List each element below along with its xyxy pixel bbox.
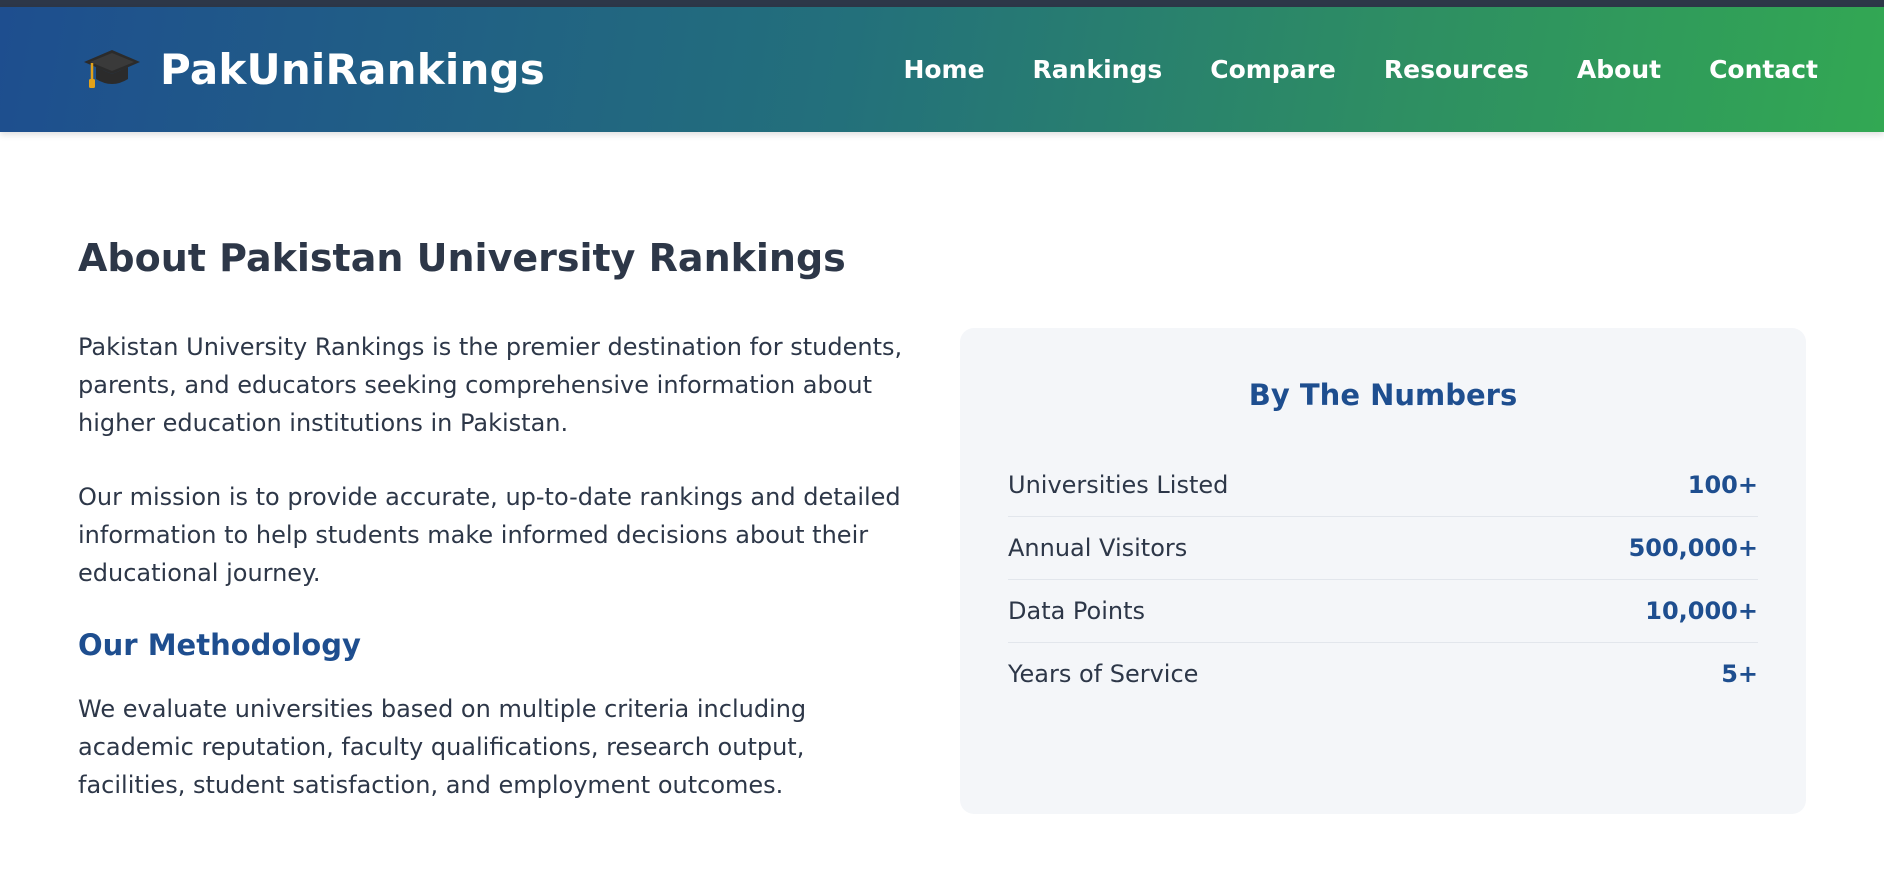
nav-resources[interactable]: Resources: [1384, 55, 1529, 84]
main-content: About Pakistan University Rankings Pakis…: [0, 132, 1884, 840]
graduation-cap-icon: [82, 46, 142, 94]
mission-paragraph: Our mission is to provide accurate, up-t…: [78, 482, 901, 587]
content-row: Pakistan University Rankings is the prem…: [78, 327, 1806, 840]
nav-home[interactable]: Home: [903, 55, 984, 84]
stat-value: 5+: [1721, 659, 1758, 688]
stat-label: Annual Visitors: [1008, 533, 1188, 562]
intro-paragraph: Pakistan University Rankings is the prem…: [78, 332, 903, 437]
stat-label: Data Points: [1008, 596, 1146, 625]
stats-card: By The Numbers Universities Listed 100+ …: [960, 327, 1806, 814]
stat-value: 10,000+: [1645, 596, 1758, 625]
brand-name: PakUniRankings: [160, 45, 546, 94]
stat-row-years: Years of Service 5+: [1008, 643, 1758, 705]
page-title: About Pakistan University Rankings: [78, 236, 846, 280]
nav-about[interactable]: About: [1577, 55, 1661, 84]
nav-rankings[interactable]: Rankings: [1033, 55, 1163, 84]
stat-value: 500,000+: [1628, 533, 1758, 562]
stats-title: By The Numbers: [1248, 377, 1518, 412]
methodology-paragraph: We evaluate universities based on multip…: [78, 694, 807, 799]
stat-row-visitors: Annual Visitors 500,000+: [1008, 517, 1758, 580]
methodology-title: Our Methodology: [78, 627, 361, 662]
site-header: PakUniRankings Home Rankings Compare Res…: [0, 7, 1884, 132]
nav-compare[interactable]: Compare: [1210, 55, 1336, 84]
stat-label: Universities Listed: [1008, 470, 1229, 499]
stat-value: 100+: [1687, 470, 1758, 499]
brand[interactable]: PakUniRankings: [82, 45, 545, 94]
top-strip: [0, 0, 1884, 7]
main-nav: Home Rankings Compare Resources About Co…: [903, 55, 1818, 84]
stat-row-data-points: Data Points 10,000+: [1008, 580, 1758, 643]
stat-label: Years of Service: [1008, 659, 1199, 688]
about-text-column: Pakistan University Rankings is the prem…: [78, 328, 908, 840]
stat-row-universities: Universities Listed 100+: [1008, 454, 1758, 517]
nav-contact[interactable]: Contact: [1709, 55, 1818, 84]
